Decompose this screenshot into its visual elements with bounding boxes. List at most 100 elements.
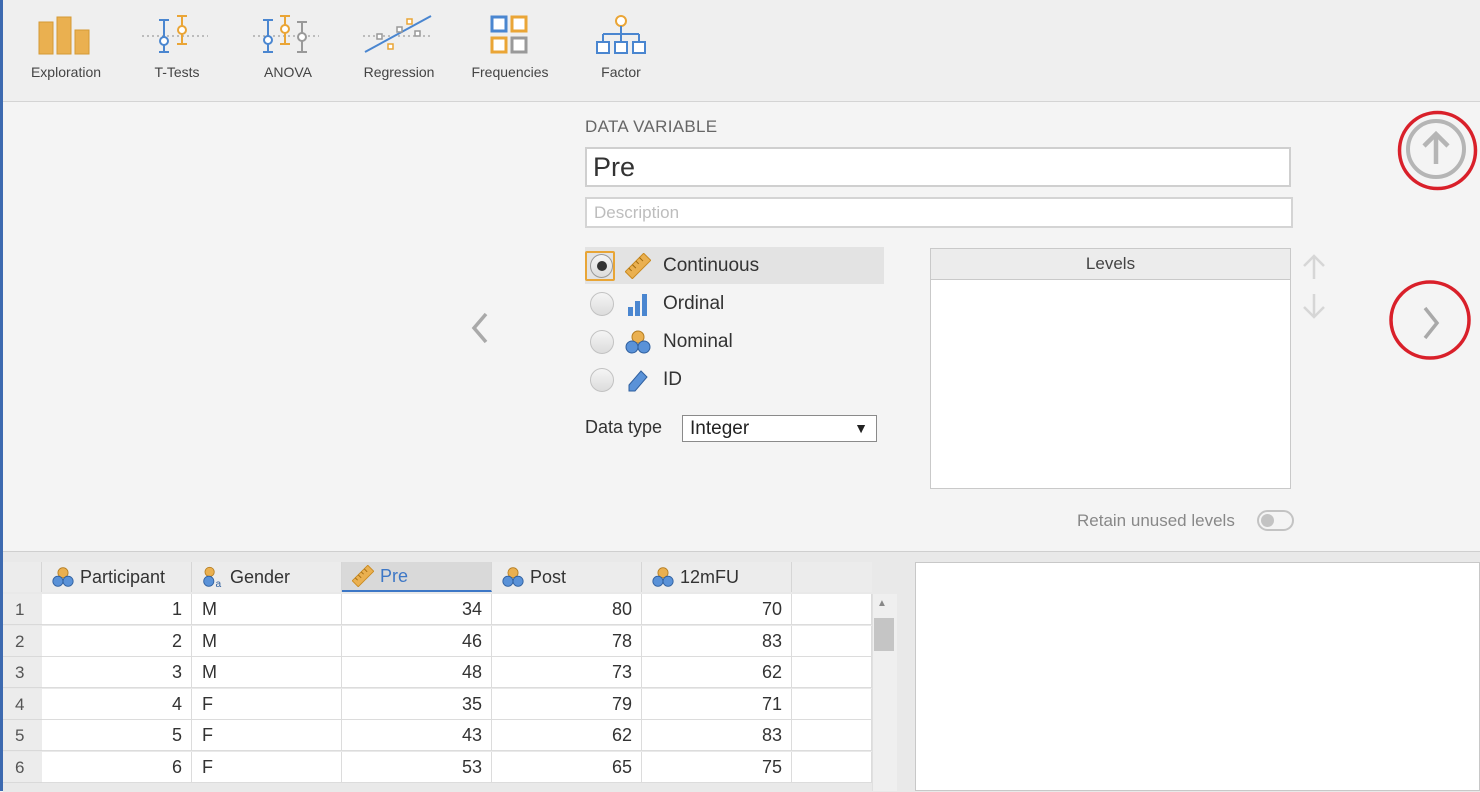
- retain-unused-levels-label: Retain unused levels: [1077, 511, 1235, 530]
- level-move-up-icon[interactable]: [1301, 252, 1327, 282]
- measure-type-id[interactable]: ID: [585, 361, 884, 398]
- measure-type-ordinal[interactable]: Ordinal: [585, 285, 884, 322]
- table-cell[interactable]: 5: [42, 720, 192, 752]
- radio-wrapper: [585, 289, 615, 319]
- next-variable-chevron-icon[interactable]: [1389, 280, 1473, 362]
- retain-unused-levels-toggle[interactable]: [1257, 510, 1294, 531]
- table-cell[interactable]: M: [192, 625, 342, 657]
- column-header-gender[interactable]: a Gender: [192, 562, 342, 592]
- ttests-button[interactable]: T-Tests: [122, 10, 232, 80]
- nominal-circles-icon: [652, 567, 674, 587]
- svg-text:a: a: [216, 579, 222, 588]
- column-header-pre[interactable]: Pre: [342, 562, 492, 592]
- table-cell[interactable]: F: [192, 720, 342, 752]
- row-number[interactable]: 2: [3, 625, 42, 657]
- nominal-circles-icon: [502, 567, 524, 587]
- nominal-text-icon: a: [203, 566, 222, 588]
- column-header-post[interactable]: Post: [492, 562, 642, 592]
- exploration-button[interactable]: Exploration: [11, 10, 121, 80]
- table-cell[interactable]: 48: [342, 657, 492, 689]
- table-cell[interactable]: 71: [642, 688, 792, 720]
- factor-label: Factor: [601, 64, 641, 80]
- continuous-label: Continuous: [663, 254, 760, 276]
- table-cell-empty[interactable]: [792, 657, 872, 689]
- column-header-empty[interactable]: [792, 562, 872, 592]
- table-cell[interactable]: 62: [492, 720, 642, 752]
- table-cell[interactable]: M: [192, 594, 342, 625]
- table-cell[interactable]: 65: [492, 752, 642, 783]
- measure-type-nominal[interactable]: Nominal: [585, 323, 884, 360]
- data-type-select[interactable]: Integer ▼: [682, 415, 877, 442]
- radio-wrapper: [585, 365, 615, 395]
- table-cell[interactable]: 1: [42, 594, 192, 625]
- table-cell[interactable]: 83: [642, 625, 792, 657]
- column-header-participant[interactable]: Participant: [42, 562, 192, 592]
- column-name: Post: [530, 566, 567, 587]
- table-cell-empty[interactable]: [792, 625, 872, 657]
- anova-label: ANOVA: [264, 64, 312, 80]
- nominal-label: Nominal: [663, 330, 733, 352]
- frequencies-label: Frequencies: [471, 64, 549, 80]
- radio-wrapper: [585, 250, 615, 281]
- table-cell[interactable]: F: [192, 752, 342, 783]
- row-number[interactable]: 1: [3, 594, 42, 625]
- nominal-circles-icon: [52, 567, 74, 587]
- id-tag-icon: [628, 369, 648, 391]
- table-cell-empty[interactable]: [792, 688, 872, 720]
- frequencies-button[interactable]: Frequencies: [455, 10, 565, 80]
- table-cell[interactable]: 3: [42, 657, 192, 689]
- variable-name-input[interactable]: [585, 147, 1291, 187]
- row-number[interactable]: 5: [3, 720, 42, 752]
- scrollbar-thumb[interactable]: [874, 618, 894, 651]
- continuous-radio[interactable]: [590, 253, 613, 278]
- table-cell[interactable]: 34: [342, 594, 492, 625]
- table-cell[interactable]: 46: [342, 625, 492, 657]
- row-number[interactable]: 4: [3, 688, 42, 720]
- column-header-12mfu[interactable]: 12mFU: [642, 562, 792, 592]
- factor-icon: [596, 15, 646, 54]
- data-type-label: Data type: [585, 417, 663, 437]
- table-cell[interactable]: 4: [42, 688, 192, 720]
- results-panel: [915, 562, 1480, 791]
- table-cell[interactable]: 78: [492, 625, 642, 657]
- scroll-up-arrow-icon[interactable]: ▲: [877, 598, 887, 609]
- anova-button[interactable]: ANOVA: [233, 10, 343, 80]
- levels-list[interactable]: Levels: [930, 248, 1291, 489]
- description-input[interactable]: [585, 197, 1293, 228]
- table-cell[interactable]: 79: [492, 688, 642, 720]
- table-cell[interactable]: 2: [42, 625, 192, 657]
- measure-type-continuous[interactable]: Continuous: [585, 247, 884, 284]
- data-type-value: Integer: [690, 418, 750, 439]
- table-cell[interactable]: 83: [642, 720, 792, 752]
- table-cell[interactable]: 62: [642, 657, 792, 689]
- factor-button[interactable]: Factor: [566, 10, 676, 80]
- column-name: Gender: [230, 566, 291, 587]
- table-cell-empty[interactable]: [792, 594, 872, 625]
- table-cell[interactable]: 70: [642, 594, 792, 625]
- level-move-down-icon[interactable]: [1301, 291, 1327, 321]
- analyses-toolbar: Exploration T-Tests ANOVA Regression Fre…: [3, 0, 1480, 102]
- ordinal-radio[interactable]: [589, 291, 614, 316]
- table-cell-empty[interactable]: [792, 720, 872, 752]
- id-radio[interactable]: [589, 367, 614, 392]
- grid-corner: [3, 562, 42, 592]
- nominal-circles-icon: [625, 330, 651, 353]
- previous-variable-chevron-icon[interactable]: [466, 308, 494, 348]
- table-cell[interactable]: 35: [342, 688, 492, 720]
- table-cell[interactable]: 80: [492, 594, 642, 625]
- table-cell[interactable]: 53: [342, 752, 492, 783]
- regression-button[interactable]: Regression: [344, 10, 454, 80]
- table-cell[interactable]: 43: [342, 720, 492, 752]
- table-cell[interactable]: 75: [642, 752, 792, 783]
- column-name: 12mFU: [680, 566, 740, 587]
- table-cell[interactable]: M: [192, 657, 342, 689]
- row-number[interactable]: 3: [3, 657, 42, 689]
- row-number[interactable]: 6: [3, 752, 42, 783]
- table-cell-empty[interactable]: [792, 752, 872, 783]
- column-name: Participant: [80, 566, 166, 587]
- table-cell[interactable]: F: [192, 688, 342, 720]
- nominal-radio[interactable]: [589, 329, 614, 354]
- table-cell[interactable]: 73: [492, 657, 642, 689]
- close-setup-up-arrow-icon[interactable]: [1397, 110, 1478, 191]
- table-cell[interactable]: 6: [42, 752, 192, 783]
